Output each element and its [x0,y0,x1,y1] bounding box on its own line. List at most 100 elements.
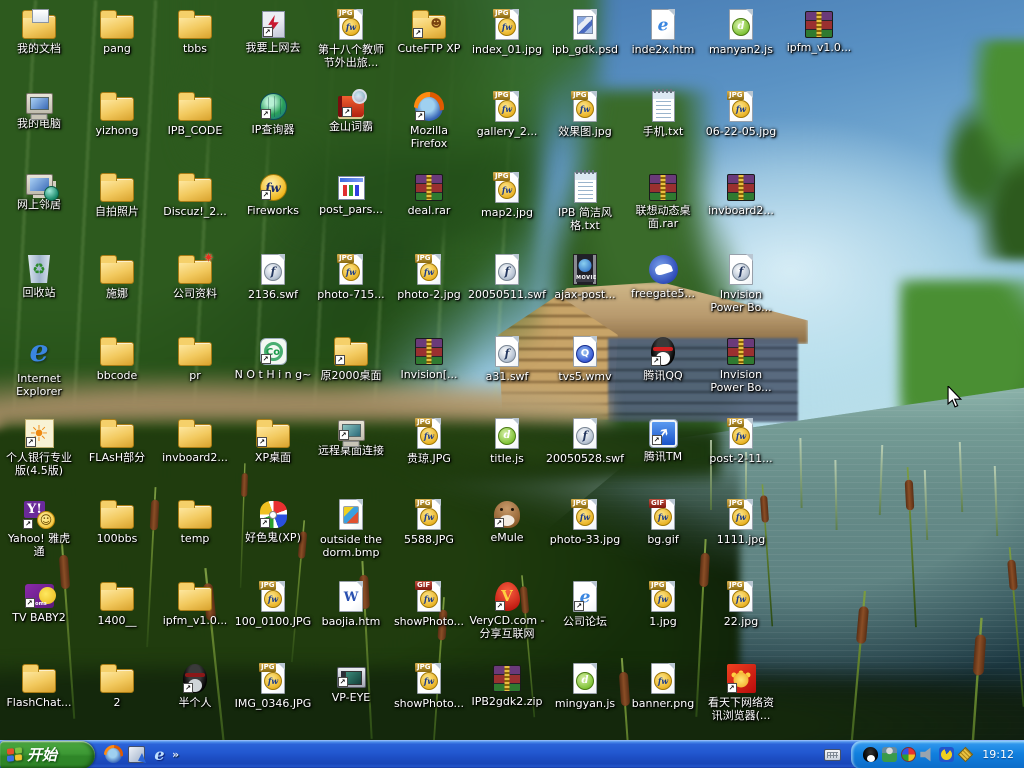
desktop-icon[interactable]: 我的电脑 [0,90,78,130]
desktop-icon[interactable]: banner.png [624,662,702,710]
desktop-icon[interactable]: 自拍照片 [78,171,156,218]
desktop-icon[interactable]: 2 [78,662,156,709]
desktop-icon[interactable]: 1400__ [78,580,156,627]
desktop-icon[interactable]: mingyan.js [546,662,624,710]
desktop-icon[interactable]: 公司资料 [156,253,234,300]
taskbar-clock[interactable]: 19:12 [982,741,1014,768]
desktop-icon[interactable]: ↗eMule [468,498,546,544]
desktop-icon[interactable]: ↗N O t H i n g~ [234,335,312,381]
desktop-icon[interactable]: Invision Power Bo... [702,335,780,394]
desktop-icon[interactable]: FlashChat... [0,662,78,709]
desktop-icon[interactable]: JPGphoto-2.jpg [390,253,468,301]
desktop-icon[interactable]: 施娜 [78,253,156,300]
desktop-icon[interactable]: ↗金山词霸 [312,90,390,133]
desktop-icon[interactable]: 网上邻居 [0,171,78,211]
desktop-icon[interactable]: JPG100_0100.JPG [234,580,312,628]
tray-volume-icon[interactable] [920,747,935,762]
desktop-icon[interactable]: JPGshowPhoto... [390,662,468,710]
desktop-icon[interactable]: ↗CuteFTP XP [390,8,468,55]
desktop-icon[interactable]: JPG效果图.jpg [546,90,624,138]
desktop-icon[interactable]: FLAsH部分 [78,417,156,464]
desktop-icon[interactable]: Discuz!_2... [156,171,234,218]
desktop-icon[interactable]: 联想动态桌 面.rar [624,171,702,230]
desktop-icon[interactable]: inde2x.htm [624,8,702,56]
desktop-icon[interactable]: ↗IP查询器 [234,90,312,136]
desktop-icon[interactable]: JPG06-22-05.jpg [702,90,780,138]
desktop-icon[interactable]: bbcode [78,335,156,382]
desktop-icon[interactable]: ↗看天下网络资 讯浏览器(... [702,662,780,722]
desktop-icon[interactable]: tvs5.wmv [546,335,624,383]
desktop-icon[interactable]: a31.swf [468,335,546,383]
desktop-icon[interactable]: ↗我要上网去 [234,8,312,54]
desktop-icon[interactable]: ↗XP桌面 [234,417,312,464]
desktop-icon[interactable]: GIFbg.gif [624,498,702,546]
desktop-icon[interactable]: ↗VeryCD.com - 分享互联网 [468,580,546,640]
desktop-icon[interactable]: 手机.txt [624,90,702,138]
desktop-icon[interactable]: ↗公司论坛 [546,580,624,628]
desktop-icon[interactable]: JPGIMG_0346.JPG [234,662,312,710]
quick-launch-ie-icon[interactable] [151,746,168,763]
desktop-icon[interactable]: 20050511.swf [468,253,546,301]
desktop-icon[interactable]: JPG贵琼.JPG [390,417,468,465]
desktop-icon[interactable]: ↗Mozilla Firefox [390,90,468,150]
desktop-icon[interactable]: JPG第十八个教师 节外出旅... [312,8,390,69]
desktop-icon[interactable]: GIFshowPhoto... [390,580,468,628]
desktop-icon[interactable]: invboard2... [156,417,234,464]
desktop-icon[interactable]: ↗Yahoo! 雅虎 通 [0,498,78,558]
desktop-icon[interactable]: ↗腾讯TM [624,417,702,463]
desktop-icon[interactable]: pang [78,8,156,55]
desktop-icon[interactable]: JPG5588.JPG [390,498,468,546]
desktop-icon[interactable]: ↗TV BABY2 [0,580,78,624]
desktop-icon[interactable]: JPGindex_01.jpg [468,8,546,56]
desktop-icon[interactable]: ↗腾讯QQ [624,335,702,382]
desktop-icon[interactable]: JPG22.jpg [702,580,780,628]
desktop-icon[interactable]: invboard2... [702,171,780,217]
desktop-icon[interactable]: temp [156,498,234,545]
desktop-icon[interactable]: JPGphoto-33.jpg [546,498,624,546]
desktop-icon[interactable]: ↗原2000桌面 [312,335,390,382]
desktop-icon[interactable]: ipfm_v1.0... [156,580,234,627]
desktop-icon[interactable]: baojia.htm [312,580,390,628]
desktop-icon[interactable]: IPB_CODE [156,90,234,137]
desktop-icon[interactable]: pr [156,335,234,382]
tray-qq-icon[interactable] [863,747,878,762]
quick-launch-show-desktop-icon[interactable] [128,746,145,763]
tray-pacman-icon[interactable] [939,747,954,762]
language-keyboard-icon[interactable] [824,749,841,761]
desktop-icon[interactable]: 2136.swf [234,253,312,301]
tray-ball-icon[interactable] [901,747,916,762]
desktop-icon[interactable]: ↗远程桌面连接 [312,417,390,457]
quick-launch-firefox-icon[interactable] [105,746,122,763]
desktop-icon[interactable]: ajax-post... [546,253,624,301]
desktop-icon[interactable]: ↗半个人 [156,662,234,709]
desktop-icon[interactable]: 100bbs [78,498,156,545]
desktop-icon[interactable]: JPGpost-2-11... [702,417,780,465]
desktop-icon[interactable]: JPG1111.jpg [702,498,780,546]
desktop[interactable]: 我的文档pangtbbs↗我要上网去JPG第十八个教师 节外出旅...↗Cute… [0,0,1024,768]
desktop-icon[interactable]: post_pars... [312,171,390,216]
tray-contact-icon[interactable] [882,747,897,762]
desktop-icon[interactable]: Invision Power Bo... [702,253,780,314]
desktop-icon[interactable]: JPGgallery_2... [468,90,546,138]
desktop-icon[interactable]: IPB2gdk2.zip [468,662,546,708]
desktop-icon[interactable]: JPGmap2.jpg [468,171,546,219]
desktop-icon[interactable]: 20050528.swf [546,417,624,465]
desktop-icon[interactable]: yizhong [78,90,156,137]
desktop-icon[interactable]: ipfm_v1.0... [780,8,858,54]
desktop-icon[interactable]: tbbs [156,8,234,55]
desktop-icon[interactable]: title.js [468,417,546,465]
desktop-icon[interactable]: manyan2.js [702,8,780,56]
desktop-icon[interactable]: 回收站 [0,253,78,299]
start-button[interactable]: 开始 [0,741,95,768]
desktop-icon[interactable]: Invision[... [390,335,468,381]
desktop-icon[interactable]: outside the dorm.bmp [312,498,390,559]
desktop-icon[interactable]: ipb_gdk.psd [546,8,624,56]
desktop-icon[interactable]: JPGphoto-715... [312,253,390,301]
desktop-icon[interactable]: ↗个人银行专业 版(4.5版) [0,417,78,477]
desktop-icon[interactable]: ↗好色鬼(XP) [234,498,312,544]
desktop-icon[interactable]: 我的文档 [0,8,78,55]
desktop-icon[interactable]: deal.rar [390,171,468,217]
desktop-icon[interactable]: Internet Explorer [0,335,78,398]
desktop-icon[interactable]: freegate5... [624,253,702,300]
tray-emule-icon[interactable] [958,747,974,763]
